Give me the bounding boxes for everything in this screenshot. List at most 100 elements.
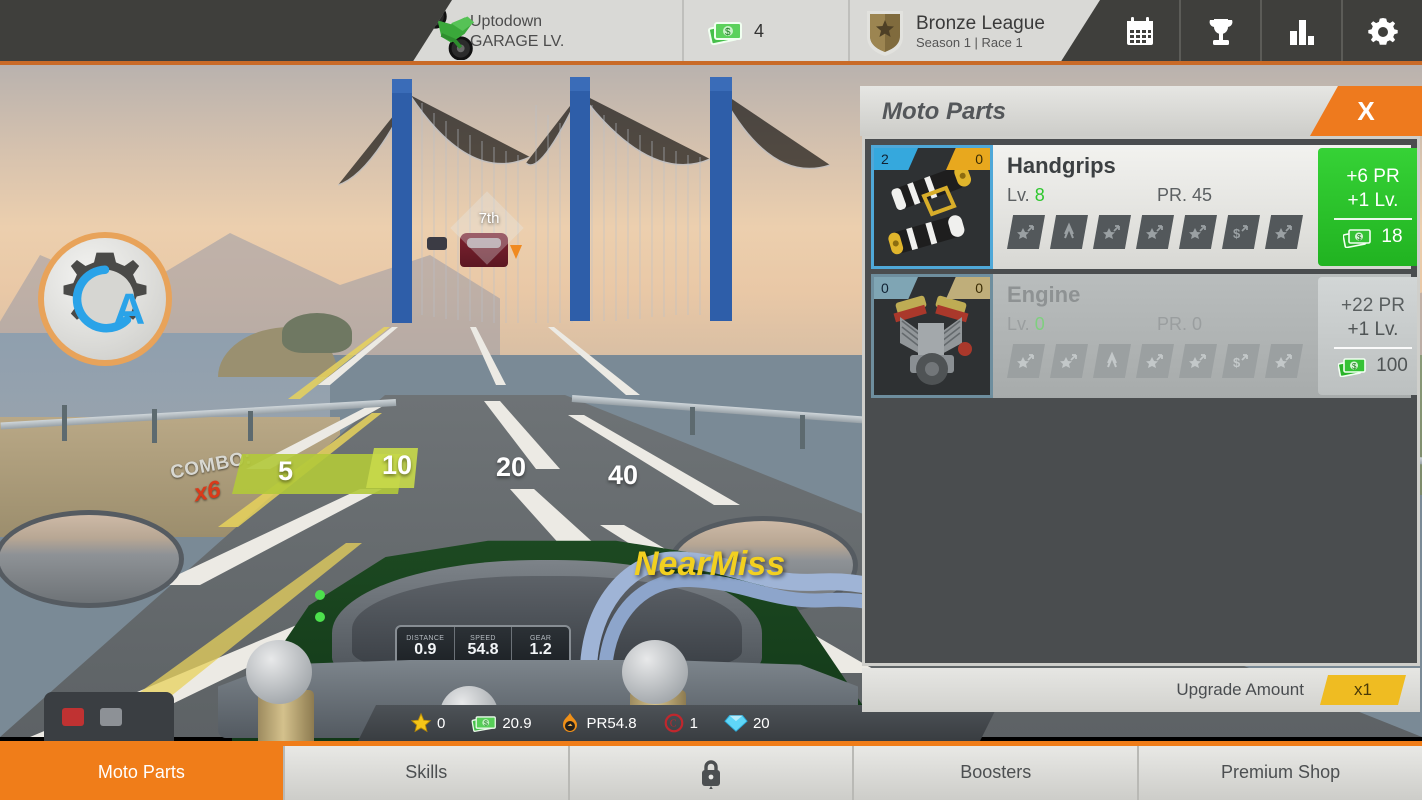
- upgrade-slot[interactable]: [1050, 344, 1088, 378]
- upgrade-cost-value: 18: [1381, 226, 1403, 247]
- calendar-button[interactable]: [1100, 0, 1179, 63]
- switch-grey: [100, 708, 122, 726]
- nav-item-skills[interactable]: Skills: [282, 745, 568, 800]
- part-pr-label: PR.: [1157, 185, 1188, 205]
- parts-list[interactable]: 2 0 Handgrips Lv. 8 PR. 45 $ +6 PR +1 Lv…: [862, 136, 1420, 666]
- auto-gear-button[interactable]: A: [38, 232, 172, 366]
- lcd-gear-value: 1.2: [529, 640, 552, 658]
- double-arrow-icon: [1064, 222, 1074, 239]
- stats-button[interactable]: [1260, 0, 1341, 63]
- upgrade-slot[interactable]: [1136, 215, 1174, 249]
- part-level-value: 0: [1034, 314, 1045, 334]
- upgrade-slot[interactable]: [1179, 344, 1217, 378]
- upgrade-slots[interactable]: $: [1007, 344, 1303, 378]
- nav-item-locked[interactable]: [567, 745, 853, 800]
- topbar-icon-group: [1100, 0, 1422, 63]
- garage-info[interactable]: Uptodown GARAGE LV.: [412, 0, 682, 63]
- hud-coin-value: 1: [689, 714, 698, 732]
- trophy-icon: [1209, 18, 1232, 45]
- league-info[interactable]: Bronze League Season 1 | Race 1: [850, 0, 1100, 63]
- part-row-handgrips[interactable]: 2 0 Handgrips Lv. 8 PR. 45 $ +6 PR +1 Lv…: [871, 145, 1417, 269]
- gear-icon: [1367, 17, 1398, 45]
- bottomnav-accent: [0, 741, 1422, 746]
- svg-text:$: $: [484, 721, 488, 728]
- part-pr-value: 45: [1192, 185, 1213, 205]
- coin-icon: C: [663, 712, 685, 734]
- upgrade-slot[interactable]: [1265, 215, 1303, 249]
- hud-stars-value: 0: [437, 714, 446, 732]
- money-value: 4: [754, 21, 765, 41]
- rail-post: [62, 405, 67, 441]
- traffic-car-far: [427, 237, 447, 250]
- cash-icon: $: [471, 713, 497, 733]
- part-row-engine[interactable]: 0 0 Engine Lv. 0 PR. 0 $ +22 PR +1 Lv. $…: [871, 274, 1417, 398]
- svg-text:$: $: [1352, 362, 1357, 371]
- upgrade-slot[interactable]: [1179, 215, 1217, 249]
- garage-text: Uptodown GARAGE LV.: [470, 12, 564, 51]
- svg-text:C: C: [669, 719, 676, 730]
- svg-text:$: $: [1357, 233, 1362, 242]
- upgrade-slots[interactable]: $: [1007, 215, 1303, 249]
- part-info: Handgrips Lv. 8 PR. 45 $: [993, 145, 1315, 269]
- upgrade-slot[interactable]: [1007, 215, 1045, 249]
- upgrade-amount-button[interactable]: x1: [1320, 675, 1406, 705]
- part-pr: PR. 45: [1157, 185, 1212, 206]
- combo-tick-40: 40: [608, 460, 639, 490]
- upgrade-slot[interactable]: [1265, 344, 1303, 378]
- rail-post: [152, 409, 157, 443]
- upgrade-slot[interactable]: [1093, 215, 1131, 249]
- league-name: Bronze League: [916, 12, 1045, 34]
- dollar-arrow-icon: $: [1233, 225, 1248, 241]
- lock-icon: [701, 759, 720, 789]
- indicator-light-1: [315, 590, 325, 600]
- upgrade-button[interactable]: +6 PR +1 Lv. $ 18: [1318, 148, 1417, 266]
- part-level: Lv. 0: [1007, 314, 1157, 335]
- hud-pr: PR54.8: [558, 711, 637, 735]
- divider: [1334, 347, 1412, 349]
- dollar-arrow-icon: $: [1233, 354, 1248, 370]
- part-pr-value: 0: [1192, 314, 1203, 334]
- svg-text:$: $: [1233, 226, 1241, 241]
- lcd-distance-value: 0.9: [414, 640, 437, 658]
- svg-text:A: A: [114, 284, 146, 333]
- upgrade-slot[interactable]: [1050, 215, 1088, 249]
- upgrade-button[interactable]: +22 PR +1 Lv. $ 100: [1318, 277, 1417, 395]
- gem-icon: [724, 712, 748, 734]
- star-arrow-icon: [1103, 225, 1120, 239]
- part-thumbnail: 2 0: [871, 145, 993, 269]
- combo-tick-10: 10: [382, 450, 413, 480]
- upgrade-pr-gain: +22 PR: [1341, 295, 1405, 316]
- upgrade-slot[interactable]: [1007, 344, 1045, 378]
- fork-cap-right: [622, 640, 688, 704]
- nav-item-boosters[interactable]: Boosters: [852, 745, 1138, 800]
- upgrade-slot[interactable]: [1093, 344, 1131, 378]
- settings-button[interactable]: [1341, 0, 1422, 63]
- trophy-button[interactable]: [1179, 0, 1260, 63]
- fork-cap-left: [246, 640, 312, 704]
- upgrade-slot[interactable]: $: [1222, 215, 1260, 249]
- hud-coin: C 1: [663, 712, 698, 734]
- money-counter[interactable]: $ 4: [684, 0, 848, 63]
- switch-red: [62, 708, 84, 726]
- panel-footer: Upgrade Amount x1: [862, 668, 1420, 712]
- moto-parts-panel: Moto Parts X 2 0 Handgrips Lv. 8 PR. 45 …: [860, 86, 1422, 712]
- upgrade-slot[interactable]: [1136, 344, 1174, 378]
- combo-multiplier: x6: [191, 475, 223, 508]
- hud-gem: 20: [724, 712, 770, 734]
- nav-label: Premium Shop: [1221, 762, 1341, 782]
- nav-item-moto-parts[interactable]: Moto Parts: [0, 745, 283, 800]
- divider: [1334, 218, 1412, 220]
- garage-level-label: GARAGE LV.: [470, 32, 565, 50]
- mirror-left: [0, 510, 184, 608]
- hud-pr-value: PR54.8: [586, 714, 637, 732]
- nav-item-premium-shop[interactable]: Premium Shop: [1137, 745, 1422, 800]
- topbar-left-spacer: [0, 0, 412, 63]
- close-icon: X: [1357, 95, 1375, 126]
- close-button[interactable]: X: [1310, 86, 1422, 136]
- svg-text:$: $: [1233, 355, 1241, 370]
- combo-meter: COMBO: x6 5 10 20 40: [169, 440, 870, 510]
- upgrade-slot[interactable]: $: [1222, 344, 1260, 378]
- double-arrow-icon: [1107, 351, 1117, 368]
- part-level-label: Lv.: [1007, 185, 1030, 205]
- position-label: 7th: [478, 210, 500, 227]
